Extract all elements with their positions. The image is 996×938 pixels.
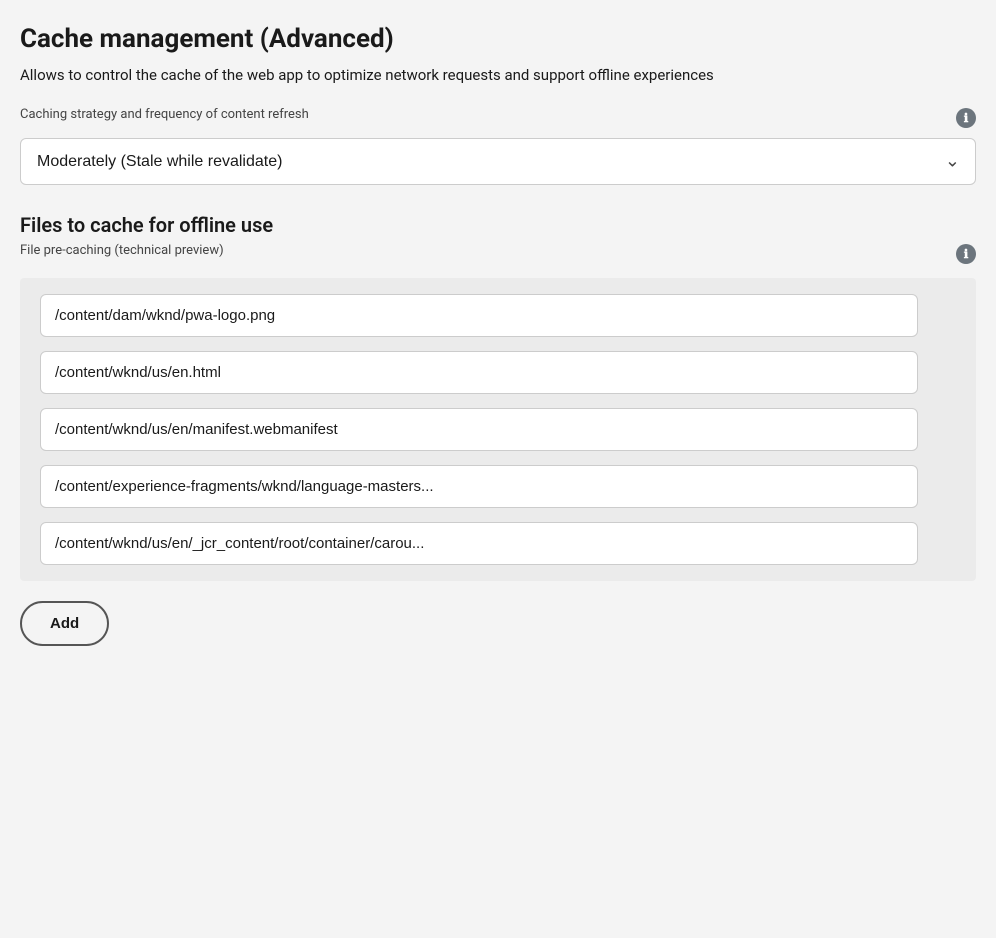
move-button-5[interactable] xyxy=(948,539,956,547)
file-input-2[interactable] xyxy=(40,351,918,394)
file-row xyxy=(40,465,956,508)
file-input-4[interactable] xyxy=(40,465,918,508)
file-input-3[interactable] xyxy=(40,408,918,451)
page-title: Cache management (Advanced) xyxy=(20,24,976,54)
move-button-2[interactable] xyxy=(948,368,956,376)
files-section-title: Files to cache for offline use xyxy=(20,213,976,237)
add-button[interactable]: Add xyxy=(20,601,109,646)
move-button-4[interactable] xyxy=(948,482,956,490)
file-row xyxy=(40,351,956,394)
file-actions-4 xyxy=(930,482,956,490)
file-actions-2 xyxy=(930,368,956,376)
move-button-1[interactable] xyxy=(948,311,956,319)
file-precaching-info-icon[interactable]: ℹ xyxy=(956,244,976,264)
delete-button-5[interactable] xyxy=(930,539,938,547)
delete-button-2[interactable] xyxy=(930,368,938,376)
file-row xyxy=(40,522,956,565)
move-button-3[interactable] xyxy=(948,425,956,433)
file-actions-3 xyxy=(930,425,956,433)
file-input-5[interactable] xyxy=(40,522,918,565)
delete-button-3[interactable] xyxy=(930,425,938,433)
caching-strategy-label: Caching strategy and frequency of conten… xyxy=(20,107,309,122)
delete-button-4[interactable] xyxy=(930,482,938,490)
file-precaching-label: File pre-caching (technical preview) xyxy=(20,243,224,258)
page-description: Allows to control the cache of the web a… xyxy=(20,64,976,87)
file-row xyxy=(40,294,956,337)
delete-button-1[interactable] xyxy=(930,311,938,319)
file-actions-5 xyxy=(930,539,956,547)
files-container xyxy=(20,278,976,581)
caching-strategy-select[interactable]: Moderately (Stale while revalidate) Aggr… xyxy=(20,138,976,185)
file-input-1[interactable] xyxy=(40,294,918,337)
caching-info-icon[interactable]: ℹ xyxy=(956,108,976,128)
file-actions-1 xyxy=(930,311,956,319)
file-row xyxy=(40,408,956,451)
files-section: Files to cache for offline use File pre-… xyxy=(20,213,976,646)
caching-strategy-dropdown-wrapper: Moderately (Stale while revalidate) Aggr… xyxy=(20,138,976,185)
